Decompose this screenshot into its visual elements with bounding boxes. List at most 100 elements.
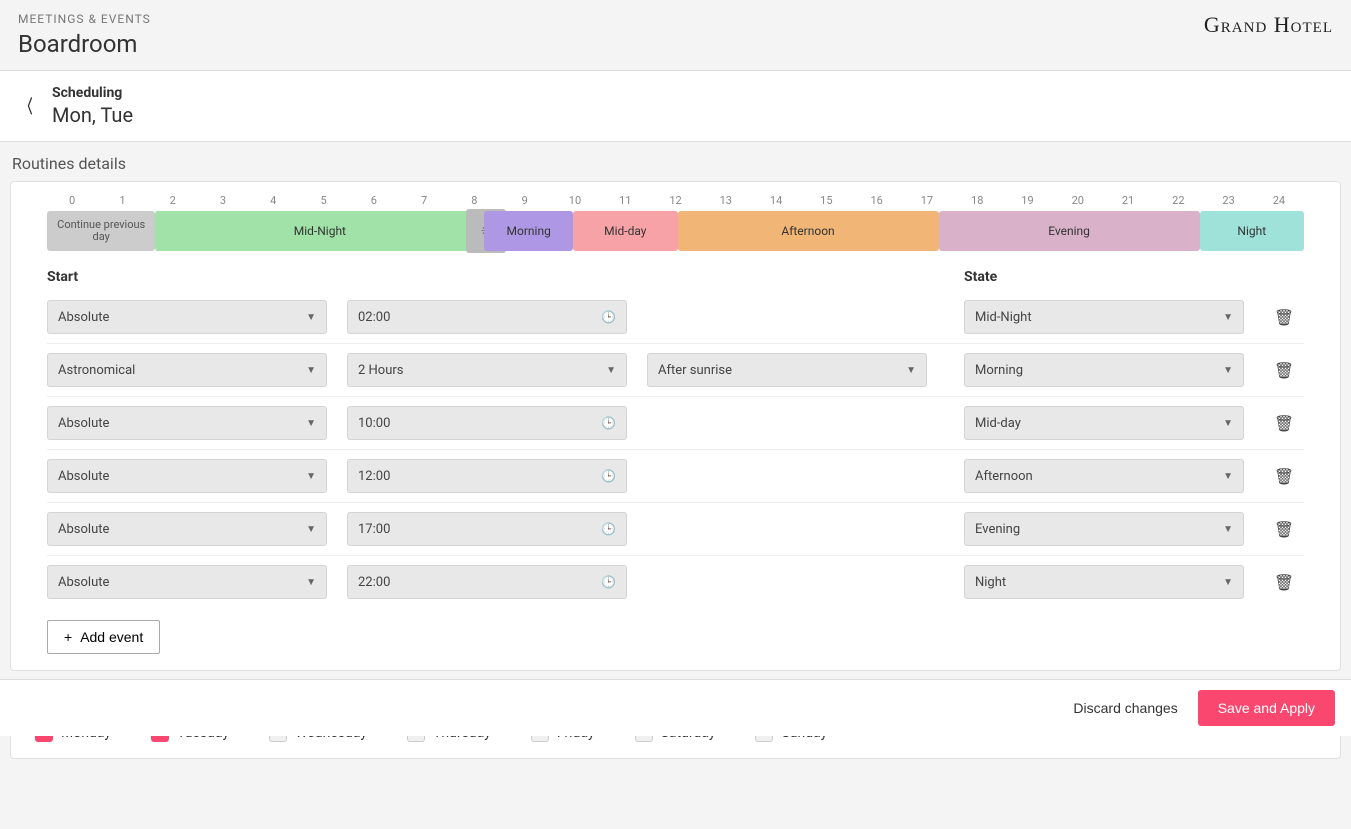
time-input[interactable]: 10:00🕒 bbox=[347, 406, 627, 440]
start-type-value: Absolute bbox=[58, 575, 109, 590]
trash-icon: 🗑 bbox=[1274, 520, 1294, 539]
section-title: Routines details bbox=[0, 142, 1351, 181]
timeline-hour: 1 bbox=[97, 194, 147, 207]
timeline-hour: 2 bbox=[148, 194, 198, 207]
clock-icon: 🕒 bbox=[601, 522, 616, 536]
chevron-down-icon: ▼ bbox=[906, 365, 916, 376]
chevron-down-icon: ▼ bbox=[306, 418, 316, 429]
chevron-down-icon: ▼ bbox=[306, 471, 316, 482]
time-input[interactable]: 02:00🕒 bbox=[347, 300, 627, 334]
table-headers: Start State bbox=[47, 263, 1304, 291]
trash-icon: 🗑 bbox=[1274, 308, 1294, 327]
chevron-down-icon: ▼ bbox=[1223, 312, 1233, 323]
back-button[interactable]: 〈 bbox=[22, 93, 33, 119]
trash-icon: 🗑 bbox=[1274, 573, 1294, 592]
state-select[interactable]: Morning▼ bbox=[964, 353, 1244, 387]
timeline-bars: ☀Continue previous dayMid-NightMorningMi… bbox=[11, 207, 1340, 263]
subheader: 〈 Scheduling Mon, Tue bbox=[0, 71, 1351, 142]
trash-icon: 🗑 bbox=[1274, 361, 1294, 380]
state-value: Mid-day bbox=[975, 416, 1021, 431]
timeline-hour: 3 bbox=[198, 194, 248, 207]
relative-value: After sunrise bbox=[658, 363, 732, 378]
timeline-hour: 6 bbox=[349, 194, 399, 207]
timeline-bar-mid-night[interactable]: Mid-Night bbox=[155, 211, 484, 251]
chevron-down-icon: ▼ bbox=[306, 524, 316, 535]
timeline-hour: 7 bbox=[399, 194, 449, 207]
table-row: Absolute ▼ 12:00🕒 Afternoon▼ 🗑 bbox=[47, 450, 1304, 503]
add-event-button[interactable]: + Add event bbox=[47, 620, 160, 654]
timeline-bar-continue-previous-day[interactable]: Continue previous day bbox=[47, 211, 155, 251]
timeline-hour: 18 bbox=[952, 194, 1002, 207]
delete-row-button[interactable]: 🗑 bbox=[1264, 308, 1304, 327]
state-value: Night bbox=[975, 575, 1006, 590]
start-type-value: Absolute bbox=[58, 522, 109, 537]
state-select[interactable]: Mid-day ▼ bbox=[964, 406, 1244, 440]
delete-row-button[interactable]: 🗑 bbox=[1264, 467, 1304, 486]
chevron-down-icon: ▼ bbox=[306, 365, 316, 376]
delete-row-button[interactable]: 🗑 bbox=[1264, 361, 1304, 380]
timeline-hour: 16 bbox=[852, 194, 902, 207]
timeline-bar-mid-day[interactable]: Mid-day bbox=[573, 211, 677, 251]
plus-icon: + bbox=[64, 629, 72, 645]
timeline-hour: 9 bbox=[500, 194, 550, 207]
timeline-bar-morning[interactable]: Morning bbox=[484, 211, 573, 251]
time-value: 02:00 bbox=[358, 310, 390, 325]
discard-button[interactable]: Discard changes bbox=[1073, 700, 1177, 716]
state-select[interactable]: Afternoon▼ bbox=[964, 459, 1244, 493]
table-row: Absolute ▼ 22:00🕒 Night▼ 🗑 bbox=[47, 556, 1304, 608]
start-type-select[interactable]: Absolute ▼ bbox=[47, 565, 327, 599]
timeline-hour: 4 bbox=[248, 194, 298, 207]
time-input[interactable]: 12:00🕒 bbox=[347, 459, 627, 493]
start-type-value: Absolute bbox=[58, 310, 109, 325]
save-apply-button[interactable]: Save and Apply bbox=[1198, 690, 1335, 726]
delete-row-button[interactable]: 🗑 bbox=[1264, 520, 1304, 539]
start-type-select[interactable]: Absolute ▼ bbox=[47, 459, 327, 493]
timeline-hour: 24 bbox=[1254, 194, 1304, 207]
delete-row-button[interactable]: 🗑 bbox=[1264, 414, 1304, 433]
delete-row-button[interactable]: 🗑 bbox=[1264, 573, 1304, 592]
timeline-hour: 15 bbox=[801, 194, 851, 207]
timeline-bar-night[interactable]: Night bbox=[1200, 211, 1304, 251]
subheader-title: Scheduling bbox=[52, 85, 133, 101]
start-type-select[interactable]: Absolute▼ bbox=[47, 406, 327, 440]
relative-select[interactable]: After sunrise ▼ bbox=[647, 353, 927, 387]
clock-icon: 🕒 bbox=[601, 575, 616, 589]
table-row: Astronomical▼2 Hours▼After sunrise▼Morni… bbox=[47, 344, 1304, 397]
chevron-down-icon: ▼ bbox=[306, 577, 316, 588]
time-input[interactable]: 17:00🕒 bbox=[347, 512, 627, 546]
timeline-hour: 21 bbox=[1103, 194, 1153, 207]
chevron-down-icon: ▼ bbox=[1223, 524, 1233, 535]
time-input[interactable]: 22:00🕒 bbox=[347, 565, 627, 599]
routines-panel: 0123456789101112131415161718192021222324… bbox=[10, 181, 1341, 671]
timeline-bar-evening[interactable]: Evening bbox=[939, 211, 1200, 251]
timeline-hour: 10 bbox=[550, 194, 600, 207]
timeline-hour: 0 bbox=[47, 194, 97, 207]
start-type-value: Astronomical bbox=[58, 363, 135, 378]
timeline-hour: 11 bbox=[600, 194, 650, 207]
offset-select[interactable]: 2 Hours▼ bbox=[347, 353, 627, 387]
page-title: Boardroom bbox=[18, 30, 151, 58]
timeline-hour: 13 bbox=[701, 194, 751, 207]
start-type-select[interactable]: Absolute ▼ bbox=[47, 300, 327, 334]
chevron-down-icon: ▼ bbox=[306, 312, 316, 323]
timeline-hour: 14 bbox=[751, 194, 801, 207]
state-value: Mid-Night bbox=[975, 310, 1032, 325]
chevron-down-icon: ▼ bbox=[606, 365, 616, 376]
timeline-bar-afternoon[interactable]: Afternoon bbox=[678, 211, 939, 251]
start-type-select[interactable]: Absolute ▼ bbox=[47, 512, 327, 546]
state-value: Morning bbox=[975, 363, 1023, 378]
chevron-down-icon: ▼ bbox=[1223, 418, 1233, 429]
start-type-select[interactable]: Astronomical ▼ bbox=[47, 353, 327, 387]
timeline-hour: 23 bbox=[1203, 194, 1253, 207]
start-type-value: Absolute bbox=[58, 469, 109, 484]
trash-icon: 🗑 bbox=[1274, 467, 1294, 486]
subheader-subtitle: Mon, Tue bbox=[52, 103, 133, 127]
state-select[interactable]: Night▼ bbox=[964, 565, 1244, 599]
state-select[interactable]: Evening▼ bbox=[964, 512, 1244, 546]
time-value: 12:00 bbox=[358, 469, 390, 484]
footer-bar: Discard changes Save and Apply bbox=[0, 679, 1351, 736]
add-event-label: Add event bbox=[80, 629, 143, 645]
state-select[interactable]: Mid-Night ▼ bbox=[964, 300, 1244, 334]
timeline-hour: 12 bbox=[650, 194, 700, 207]
timeline-hours: 0123456789101112131415161718192021222324 bbox=[11, 194, 1340, 207]
